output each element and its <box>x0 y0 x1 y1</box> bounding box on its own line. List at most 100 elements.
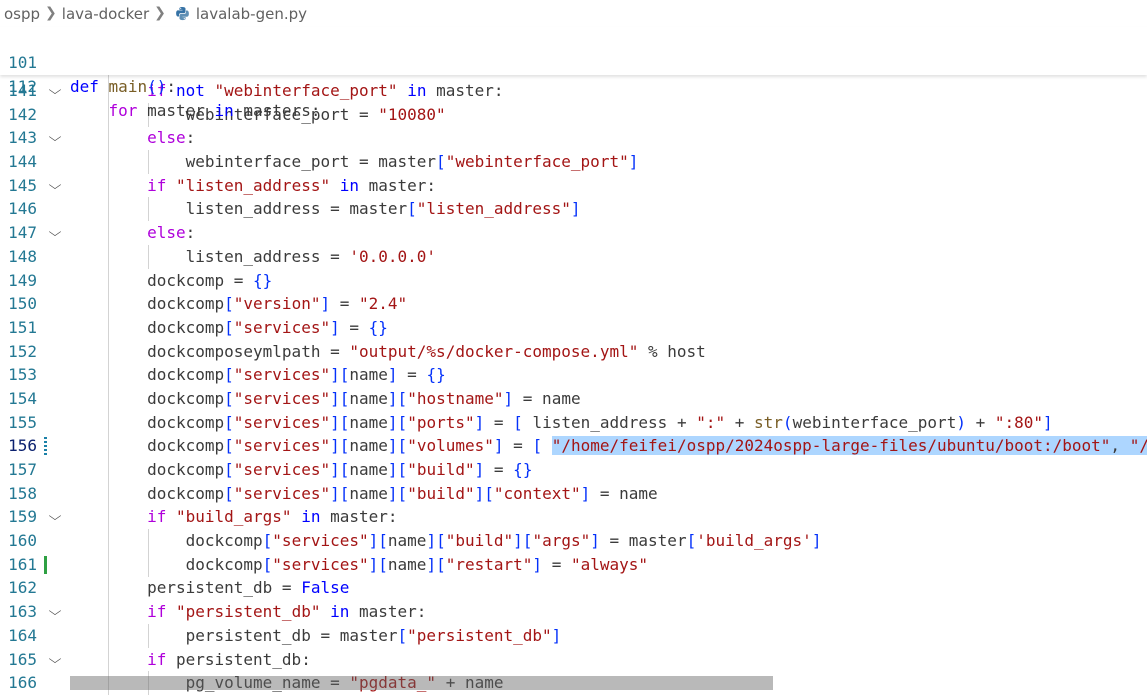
breadcrumb-folder-lava-docker[interactable]: lava-docker <box>62 5 149 23</box>
code-line[interactable]: 153 dockcomp["services"][name] = {} <box>0 363 1147 387</box>
git-modified-indicator[interactable] <box>44 437 47 456</box>
code-line[interactable]: 164 persistent_db = master["persistent_d… <box>0 624 1147 648</box>
code-text: persistent_db = master["persistent_db"] <box>70 625 562 645</box>
line-number: 152 <box>8 341 37 361</box>
code-text: dockcomp["services"][name]["restart"] = … <box>70 554 649 574</box>
chevron-right-icon: ❯ <box>154 4 166 21</box>
line-number: 156 <box>8 436 37 456</box>
code-text: persistent_db = False <box>70 578 350 598</box>
code-line[interactable]: 146 listen_address = master["listen_addr… <box>0 197 1147 221</box>
code-line[interactable]: 150 dockcomp["version"] = "2.4" <box>0 292 1147 316</box>
code-line[interactable]: 163 ⌵ if "persistent_db" in master: <box>0 600 1147 624</box>
line-number: 149 <box>8 270 37 290</box>
line-number: 112 <box>8 77 37 96</box>
code-text: listen_address = master["listen_address"… <box>70 199 581 219</box>
code-text: dockcomp["services"][name] = {} <box>70 365 446 385</box>
code-line[interactable]: 155 dockcomp["services"][name]["ports"] … <box>0 411 1147 435</box>
code-text: def main(): <box>70 77 176 96</box>
line-number: 145 <box>8 175 37 195</box>
line-number: 166 <box>8 673 37 693</box>
line-number: 160 <box>8 531 37 551</box>
line-number: 148 <box>8 246 37 266</box>
line-number: 157 <box>8 460 37 479</box>
line-number: 147 <box>8 223 37 243</box>
fold-chevron-icon[interactable]: ⌵ <box>44 221 66 245</box>
code-line[interactable]: 160 dockcomp["services"][name]["build"][… <box>0 529 1147 553</box>
code-text: dockcomp["services"][name]["build"] = {} <box>70 460 533 479</box>
horizontal-scrollbar[interactable] <box>70 676 773 690</box>
text-selection: "/home/feifei/ospp/2024ospp-large-files/… <box>551 436 1147 456</box>
fold-chevron-icon[interactable]: ⌵ <box>44 126 66 150</box>
code-text: if "persistent_db" in master: <box>147 602 427 622</box>
line-number: 159 <box>8 507 37 527</box>
code-text: for master in masters: <box>108 101 321 120</box>
code-line[interactable]: 157 dockcomp["services"][name]["build"] … <box>0 458 1147 482</box>
code-line[interactable]: 145 ⌵ if "listen_address" in master: <box>0 174 1147 198</box>
breadcrumb-folder-ospp[interactable]: ospp <box>4 5 40 23</box>
sticky-scroll-header[interactable]: 101 def main(): 112 for master in master… <box>0 27 1147 120</box>
line-number: 146 <box>8 199 37 219</box>
code-line[interactable]: 147 ⌵ else: <box>0 221 1147 245</box>
indent-guide <box>108 75 109 695</box>
line-number: 144 <box>8 152 37 172</box>
code-text: dockcomposeymlpath = "output/%s/docker-c… <box>70 341 706 361</box>
code-text: listen_address = '0.0.0.0' <box>70 246 437 266</box>
indent-guide <box>148 529 149 553</box>
code-line[interactable]: 158 dockcomp["services"][name]["build"][… <box>0 482 1147 506</box>
line-number: 164 <box>8 625 37 645</box>
line-number: 162 <box>8 578 37 598</box>
breadcrumb-file[interactable]: lavalab-gen.py <box>196 5 307 23</box>
indent-guide <box>148 150 149 174</box>
fold-chevron-icon[interactable]: ⌵ <box>44 79 66 103</box>
line-number: 161 <box>8 554 37 574</box>
line-number: 150 <box>8 294 37 314</box>
code-text: dockcomp["services"][name]["volumes"] = … <box>70 434 1147 458</box>
code-text: else: <box>147 128 196 148</box>
code-text: dockcomp["services"][name]["build"]["arg… <box>70 531 822 551</box>
indent-guide <box>148 553 149 577</box>
sticky-line[interactable]: 112 for master in masters: <box>0 51 1147 120</box>
code-text: if persistent_db: <box>147 649 311 669</box>
code-line[interactable]: 162 persistent_db = False <box>0 576 1147 600</box>
code-line[interactable]: 149 dockcomp = {} <box>0 269 1147 293</box>
code-line[interactable]: 143 ⌵ else: <box>0 126 1147 150</box>
fold-chevron-icon[interactable]: ⌵ <box>44 174 66 198</box>
code-line[interactable]: 148 listen_address = '0.0.0.0' <box>0 245 1147 269</box>
indent-guide <box>148 197 149 221</box>
sticky-line[interactable]: 101 def main(): <box>0 27 1147 96</box>
fold-chevron-icon[interactable]: ⌵ <box>44 505 66 529</box>
indent-guide <box>148 624 149 648</box>
code-text: dockcomp = {} <box>70 270 273 290</box>
code-text: else: <box>147 223 196 243</box>
line-number: 151 <box>8 317 37 337</box>
code-text: webinterface_port = master["webinterface… <box>70 152 639 172</box>
code-line[interactable]: 161 dockcomp["services"][name]["restart"… <box>0 553 1147 577</box>
line-number: 158 <box>8 483 37 503</box>
code-text: if "listen_address" in master: <box>147 175 437 195</box>
line-number: 153 <box>8 365 37 385</box>
chevron-right-icon: ❯ <box>45 4 57 21</box>
code-text: if "build_args" in master: <box>147 507 398 527</box>
breadcrumb: ospp ❯ lava-docker ❯ lavalab-gen.py <box>0 0 1147 27</box>
code-line[interactable]: 154 dockcomp["services"][name]["hostname… <box>0 387 1147 411</box>
code-line[interactable]: 165 ⌵ if persistent_db: <box>0 648 1147 672</box>
code-line[interactable]: 144 webinterface_port = master["webinter… <box>0 150 1147 174</box>
python-icon <box>175 6 189 21</box>
line-number: 155 <box>8 412 37 432</box>
line-number: 165 <box>8 649 37 669</box>
code-text: dockcomp["services"][name]["hostname"] =… <box>70 388 581 408</box>
fold-chevron-icon[interactable]: ⌵ <box>44 600 66 624</box>
code-line[interactable]: 156 dockcomp["services"][name]["volumes"… <box>0 434 1147 458</box>
indent-guide <box>148 245 149 269</box>
code-editor[interactable]: 141 ⌵ if not "webinterface_port" in maste… <box>0 79 1147 695</box>
code-line[interactable]: 159 ⌵ if "build_args" in master: <box>0 505 1147 529</box>
git-added-indicator[interactable] <box>44 555 47 574</box>
code-text: dockcomp["services"][name]["build"]["con… <box>70 483 658 503</box>
code-text: dockcomp["version"] = "2.4" <box>70 294 408 314</box>
code-line[interactable]: 152 dockcomposeymlpath = "output/%s/dock… <box>0 340 1147 364</box>
code-line[interactable]: 151 dockcomp["services"] = {} <box>0 316 1147 340</box>
fold-chevron-icon[interactable]: ⌵ <box>44 648 66 672</box>
code-text: dockcomp["services"][name]["ports"] = [ … <box>70 412 1053 432</box>
code-text: dockcomp["services"] = {} <box>70 317 388 337</box>
line-number: 154 <box>8 388 37 408</box>
